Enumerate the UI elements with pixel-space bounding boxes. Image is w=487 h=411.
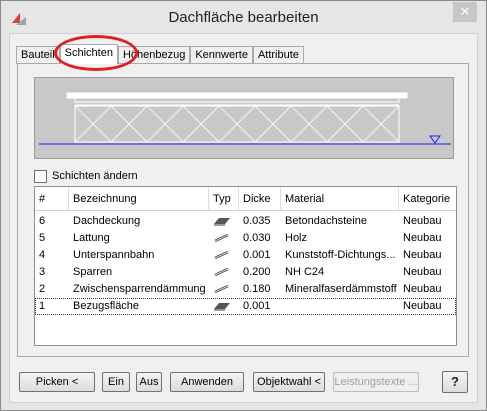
row-thickness: 0.001 <box>243 300 271 312</box>
ein-button[interactable]: Ein <box>102 372 130 392</box>
leistungstexte-button[interactable]: Leistungstexte ... <box>333 372 419 392</box>
col-header-num[interactable]: # <box>35 187 69 211</box>
col-header-kategorie[interactable]: Kategorie <box>399 187 456 211</box>
close-icon: ✕ <box>459 4 471 19</box>
row-num: 6 <box>39 215 46 227</box>
table-row[interactable]: 4 Unterspannbahn 0.001 Kunststoff-Dichtu… <box>35 247 456 264</box>
row-num: 1 <box>39 300 46 312</box>
picken-button[interactable]: Picken < <box>19 372 95 392</box>
rafter-layer-icon <box>214 267 229 277</box>
tile-layer-icon <box>214 218 230 226</box>
insulation-layer-icon <box>214 284 229 294</box>
help-icon: ? <box>451 374 459 389</box>
row-type <box>209 298 239 315</box>
row-thickness: 0.035 <box>243 215 271 227</box>
help-button[interactable]: ? <box>442 371 468 393</box>
row-name: Sparren <box>73 266 113 278</box>
anwenden-button[interactable]: Anwenden <box>170 372 244 392</box>
layer-preview-drawing <box>39 92 451 145</box>
row-num: 5 <box>39 232 46 244</box>
schichten-aendern-label: Schichten ändern <box>52 170 138 182</box>
row-name: Dachdeckung <box>73 215 141 227</box>
row-material: Mineralfaserdämmstoff <box>285 283 397 295</box>
row-thickness: 0.200 <box>243 266 271 278</box>
row-material <box>281 298 399 315</box>
schichten-aendern-row[interactable]: Schichten ändern <box>34 168 138 184</box>
col-header-material[interactable]: Material <box>281 187 399 211</box>
row-material: Kunststoff-Dichtungs... <box>285 249 396 261</box>
row-thickness: 0.030 <box>243 232 271 244</box>
row-category: Neubau <box>403 300 442 312</box>
aus-button[interactable]: Aus <box>136 372 162 392</box>
batten-layer-icon <box>214 233 229 243</box>
schichten-aendern-checkbox[interactable] <box>34 169 47 183</box>
row-material: NH C24 <box>285 266 325 278</box>
table-header: # Bezeichnung Typ Dicke Material Kategor… <box>35 187 456 211</box>
layer-preview <box>34 77 454 159</box>
table-row[interactable]: 2 Zwischensparrendämmung 0.180 Mineralfa… <box>35 281 456 298</box>
table-row[interactable]: 3 Sparren 0.200 NH C24 Neubau <box>35 264 456 281</box>
row-category: Neubau <box>403 283 442 295</box>
membrane-layer-icon <box>214 250 229 260</box>
col-header-dicke[interactable]: Dicke <box>239 187 281 211</box>
close-button[interactable]: ✕ <box>453 2 477 22</box>
row-material: Betondachsteine <box>285 215 367 227</box>
row-type <box>209 281 239 298</box>
table-row[interactable]: 6 Dachdeckung 0.035 Betondachsteine Neub… <box>35 213 456 230</box>
row-category: Neubau <box>403 232 442 244</box>
row-name: Zwischensparrendämmung <box>73 283 206 295</box>
row-category: Neubau <box>403 249 442 261</box>
window-title: Dachfläche bearbeiten <box>168 9 319 26</box>
layer-table[interactable]: # Bezeichnung Typ Dicke Material Kategor… <box>34 186 457 346</box>
row-type <box>209 247 239 264</box>
reference-layer-icon <box>214 303 230 311</box>
row-name: Bezugsfläche <box>73 300 140 312</box>
row-type <box>209 264 239 281</box>
row-type <box>209 230 239 247</box>
row-num: 4 <box>39 249 46 261</box>
row-material: Holz <box>285 232 308 244</box>
highlight-annotation <box>54 35 138 71</box>
col-header-bezeichnung[interactable]: Bezeichnung <box>69 187 209 211</box>
table-row[interactable]: 5 Lattung 0.030 Holz Neubau <box>35 230 456 247</box>
row-category: Neubau <box>403 215 442 227</box>
row-name: Unterspannbahn <box>73 249 155 261</box>
tab-kennwerte[interactable]: Kennwerte <box>190 46 253 64</box>
objektwahl-button[interactable]: Objektwahl < <box>253 372 325 392</box>
tab-attribute[interactable]: Attribute <box>252 46 304 64</box>
row-num: 2 <box>39 283 46 295</box>
row-num: 3 <box>39 266 46 278</box>
row-thickness: 0.180 <box>243 283 271 295</box>
table-row[interactable]: 1 Bezugsfläche 0.001 Neubau <box>35 298 456 315</box>
col-header-typ[interactable]: Typ <box>209 187 239 211</box>
row-name: Lattung <box>73 232 110 244</box>
tab-bauteil[interactable]: Bauteil <box>16 46 60 64</box>
row-category: Neubau <box>403 266 442 278</box>
title-bar[interactable]: Dachfläche bearbeiten ✕ <box>1 1 486 33</box>
row-type <box>209 213 239 230</box>
row-thickness: 0.001 <box>243 249 271 261</box>
